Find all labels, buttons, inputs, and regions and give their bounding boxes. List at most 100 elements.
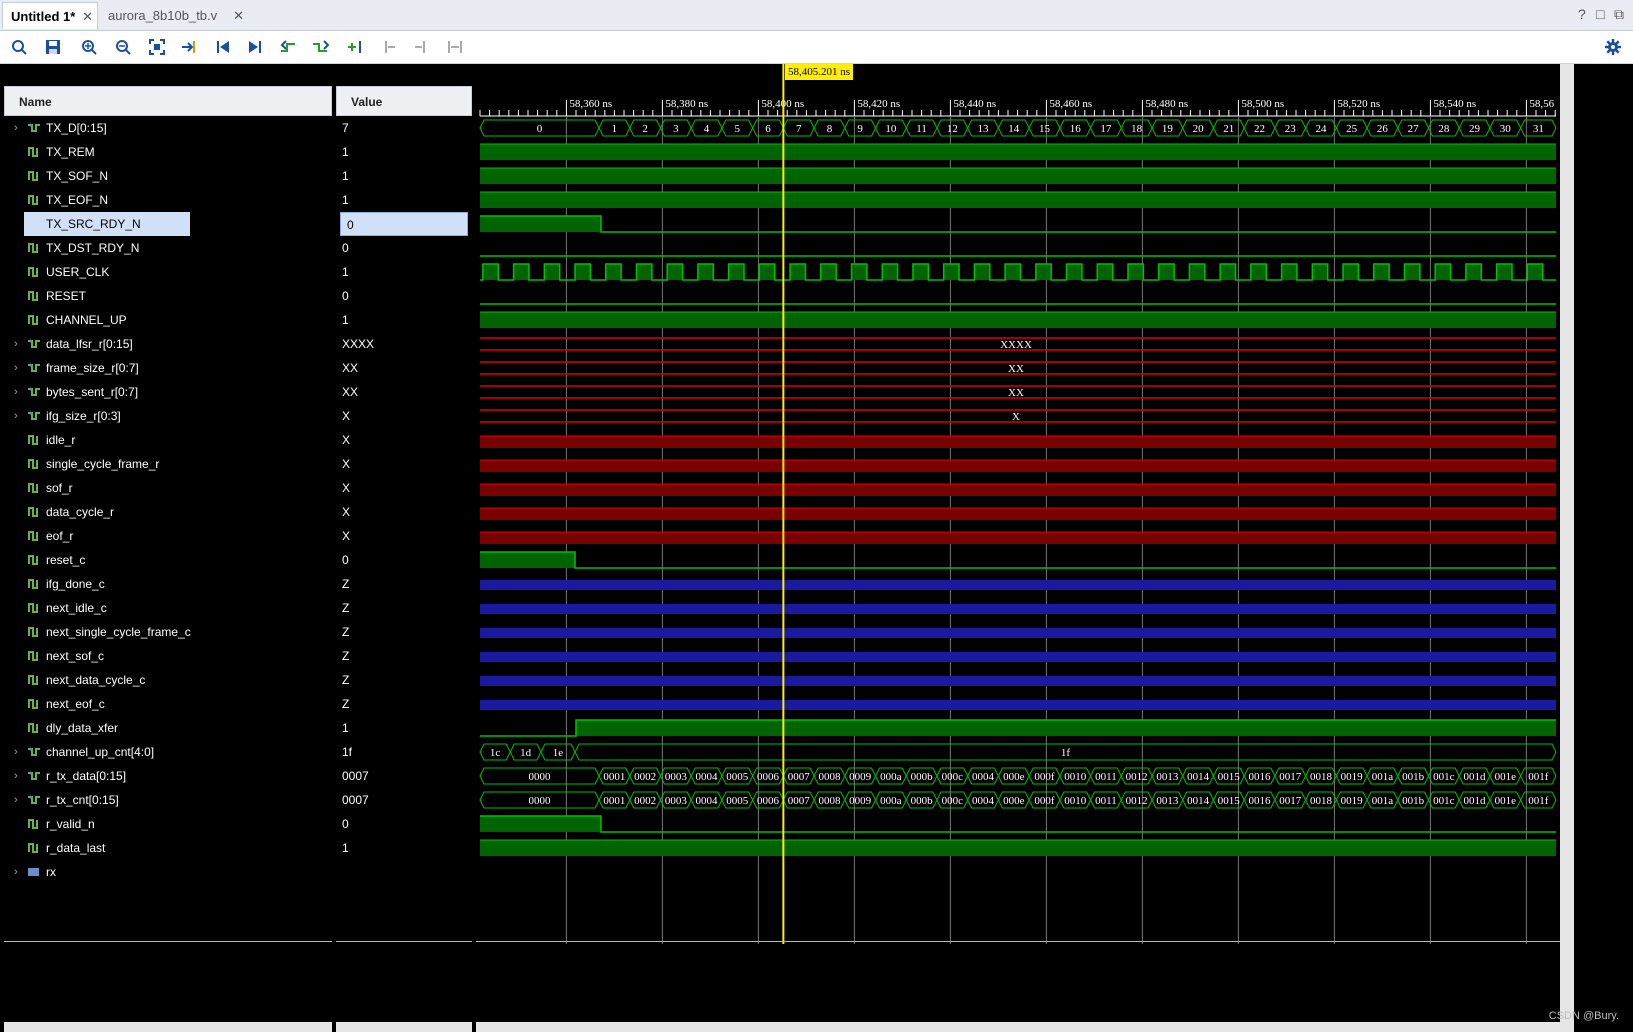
signal-row[interactable]: ifg_done_c xyxy=(4,572,332,596)
previous-transition-icon[interactable] xyxy=(278,36,300,58)
tab-aurora-tb[interactable]: aurora_8b10b_tb.v ✕ xyxy=(100,2,248,29)
settings-gear-icon[interactable] xyxy=(1602,36,1624,58)
signal-row[interactable]: TX_EOF_N xyxy=(4,188,332,212)
signal-row[interactable]: sof_r xyxy=(4,476,332,500)
signal-value[interactable]: X xyxy=(336,476,472,500)
signal-value[interactable]: 1 xyxy=(336,164,472,188)
signal-row[interactable]: USER_CLK xyxy=(4,260,332,284)
signal-value[interactable]: Z xyxy=(336,596,472,620)
signal-row[interactable]: single_cycle_frame_r xyxy=(4,452,332,476)
help-icon[interactable]: ? xyxy=(1578,6,1586,22)
signal-value[interactable]: X xyxy=(336,404,472,428)
next-marker-icon[interactable] xyxy=(410,36,432,58)
signal-value[interactable]: 0 xyxy=(336,812,472,836)
add-marker-icon[interactable] xyxy=(344,36,366,58)
signal-value[interactable]: XX xyxy=(336,356,472,380)
tab-untitled-1[interactable]: Untitled 1* ✕ xyxy=(2,2,98,29)
signal-value[interactable]: Z xyxy=(336,644,472,668)
signal-row[interactable]: next_data_cycle_c xyxy=(4,668,332,692)
signal-value[interactable]: XX xyxy=(336,380,472,404)
signal-row[interactable]: › r_tx_cnt[0:15] xyxy=(4,788,332,812)
go-to-cursor-icon[interactable] xyxy=(178,36,200,58)
expand-chevron-icon[interactable]: › xyxy=(14,788,18,812)
signal-value[interactable]: 1 xyxy=(336,308,472,332)
maximize-icon[interactable]: □ xyxy=(1596,6,1604,22)
signal-row[interactable]: › ifg_size_r[0:3] xyxy=(4,404,332,428)
signal-value[interactable]: 7 xyxy=(336,116,472,140)
signal-row[interactable]: TX_SRC_RDY_N xyxy=(4,212,332,236)
signal-row[interactable]: CHANNEL_UP xyxy=(4,308,332,332)
expand-chevron-icon[interactable]: › xyxy=(14,764,18,788)
signal-row[interactable]: › rx xyxy=(4,860,332,884)
signal-value[interactable]: 1 xyxy=(336,716,472,740)
horizontal-scrollbar[interactable] xyxy=(476,1022,1560,1032)
signal-value[interactable]: Z xyxy=(336,572,472,596)
signal-value[interactable] xyxy=(336,860,472,884)
signal-value[interactable]: 0 xyxy=(336,548,472,572)
restore-icon[interactable]: ⧉ xyxy=(1614,6,1624,23)
signal-row[interactable]: TX_DST_RDY_N xyxy=(4,236,332,260)
save-icon[interactable] xyxy=(42,36,64,58)
signal-value[interactable]: Z xyxy=(336,692,472,716)
expand-chevron-icon[interactable]: › xyxy=(14,860,18,884)
signal-value[interactable]: 0 xyxy=(336,236,472,260)
signal-row[interactable]: next_eof_c xyxy=(4,692,332,716)
waveform-canvas[interactable]: 58,360 ns 58,380 ns 58,400 ns 58,420 ns 58,4… xyxy=(476,64,1560,1032)
signal-row[interactable]: next_sof_c xyxy=(4,644,332,668)
signal-value[interactable]: 1f xyxy=(336,740,472,764)
signal-value[interactable]: 1 xyxy=(336,188,472,212)
zoom-out-icon[interactable] xyxy=(112,36,134,58)
signal-row[interactable]: › bytes_sent_r[0:7] xyxy=(4,380,332,404)
signal-row[interactable]: › frame_size_r[0:7] xyxy=(4,356,332,380)
expand-chevron-icon[interactable]: › xyxy=(14,356,18,380)
zoom-fit-icon[interactable] xyxy=(146,36,168,58)
signal-row[interactable]: › TX_D[0:15] xyxy=(4,116,332,140)
zoom-in-icon[interactable] xyxy=(78,36,100,58)
signal-row[interactable]: idle_r xyxy=(4,428,332,452)
signal-row[interactable]: › data_lfsr_r[0:15] xyxy=(4,332,332,356)
go-to-end-icon[interactable] xyxy=(244,36,266,58)
signal-row[interactable]: › channel_up_cnt[4:0] xyxy=(4,740,332,764)
search-icon[interactable] xyxy=(8,36,30,58)
expand-chevron-icon[interactable]: › xyxy=(14,740,18,764)
close-icon[interactable]: ✕ xyxy=(82,3,93,30)
expand-chevron-icon[interactable]: › xyxy=(14,332,18,356)
signal-row[interactable]: › r_tx_data[0:15] xyxy=(4,764,332,788)
close-icon[interactable]: ✕ xyxy=(233,2,244,29)
name-column-header[interactable]: Name xyxy=(4,86,332,116)
signal-value[interactable]: 0007 xyxy=(336,764,472,788)
go-to-start-icon[interactable] xyxy=(212,36,234,58)
signal-row[interactable]: dly_data_xfer xyxy=(4,716,332,740)
signal-value[interactable]: Z xyxy=(336,668,472,692)
horizontal-scrollbar[interactable] xyxy=(4,1022,332,1032)
signal-value[interactable]: X xyxy=(336,524,472,548)
value-column-header[interactable]: Value xyxy=(336,86,472,116)
vertical-scrollbar[interactable] xyxy=(1560,64,1574,1032)
signal-row[interactable]: r_data_last xyxy=(4,836,332,860)
signal-value[interactable]: X xyxy=(336,452,472,476)
signal-row[interactable]: r_valid_n xyxy=(4,812,332,836)
signal-value[interactable]: 1 xyxy=(336,140,472,164)
signal-row[interactable]: TX_REM xyxy=(4,140,332,164)
signal-row[interactable]: eof_r xyxy=(4,524,332,548)
next-transition-icon[interactable] xyxy=(310,36,332,58)
signal-value[interactable]: Z xyxy=(336,620,472,644)
swap-cursors-icon[interactable] xyxy=(444,36,466,58)
signal-value[interactable]: 1 xyxy=(336,260,472,284)
signal-value[interactable]: 0 xyxy=(336,284,472,308)
horizontal-scrollbar[interactable] xyxy=(336,1022,472,1032)
signal-row[interactable]: next_single_cycle_frame_c xyxy=(4,620,332,644)
signal-value[interactable]: 0 xyxy=(340,212,468,236)
waveform-panel[interactable]: 58,360 ns 58,380 ns 58,400 ns 58,420 ns 58,4… xyxy=(476,64,1560,1032)
signal-value[interactable]: XXXX xyxy=(336,332,472,356)
previous-marker-icon[interactable] xyxy=(378,36,400,58)
signal-value[interactable]: X xyxy=(336,500,472,524)
signal-value[interactable]: 0007 xyxy=(336,788,472,812)
signal-row[interactable]: data_cycle_r xyxy=(4,500,332,524)
signal-value[interactable]: 1 xyxy=(336,836,472,860)
expand-chevron-icon[interactable]: › xyxy=(14,380,18,404)
cursor-time-label[interactable]: 58,405.201 ns xyxy=(785,64,854,80)
signal-row[interactable]: RESET xyxy=(4,284,332,308)
signal-value[interactable]: X xyxy=(336,428,472,452)
signal-row[interactable]: TX_SOF_N xyxy=(4,164,332,188)
